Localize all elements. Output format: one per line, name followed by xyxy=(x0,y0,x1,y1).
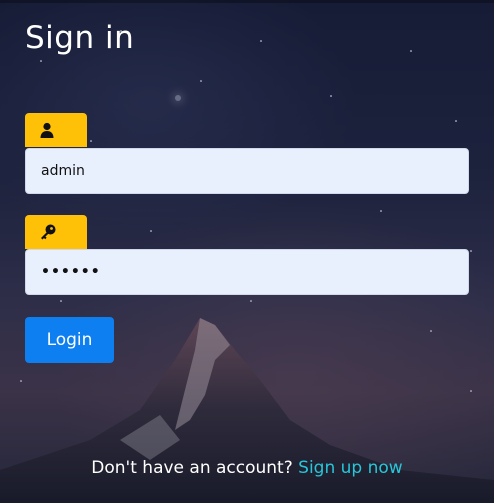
key-icon xyxy=(41,224,56,240)
password-input[interactable] xyxy=(25,249,469,295)
page-title: Sign in xyxy=(25,20,135,56)
user-icon xyxy=(40,122,54,138)
signin-form: Sign in Login Don't have an account? Sig… xyxy=(0,0,494,503)
password-icon-tag xyxy=(25,215,87,249)
signup-link[interactable]: Sign up now xyxy=(298,458,403,478)
login-button[interactable]: Login xyxy=(25,317,114,363)
username-input[interactable] xyxy=(25,148,469,194)
signup-prompt: Don't have an account? xyxy=(91,458,293,478)
signup-footer: Don't have an account? Sign up now xyxy=(0,458,494,478)
username-icon-tag xyxy=(25,113,87,147)
